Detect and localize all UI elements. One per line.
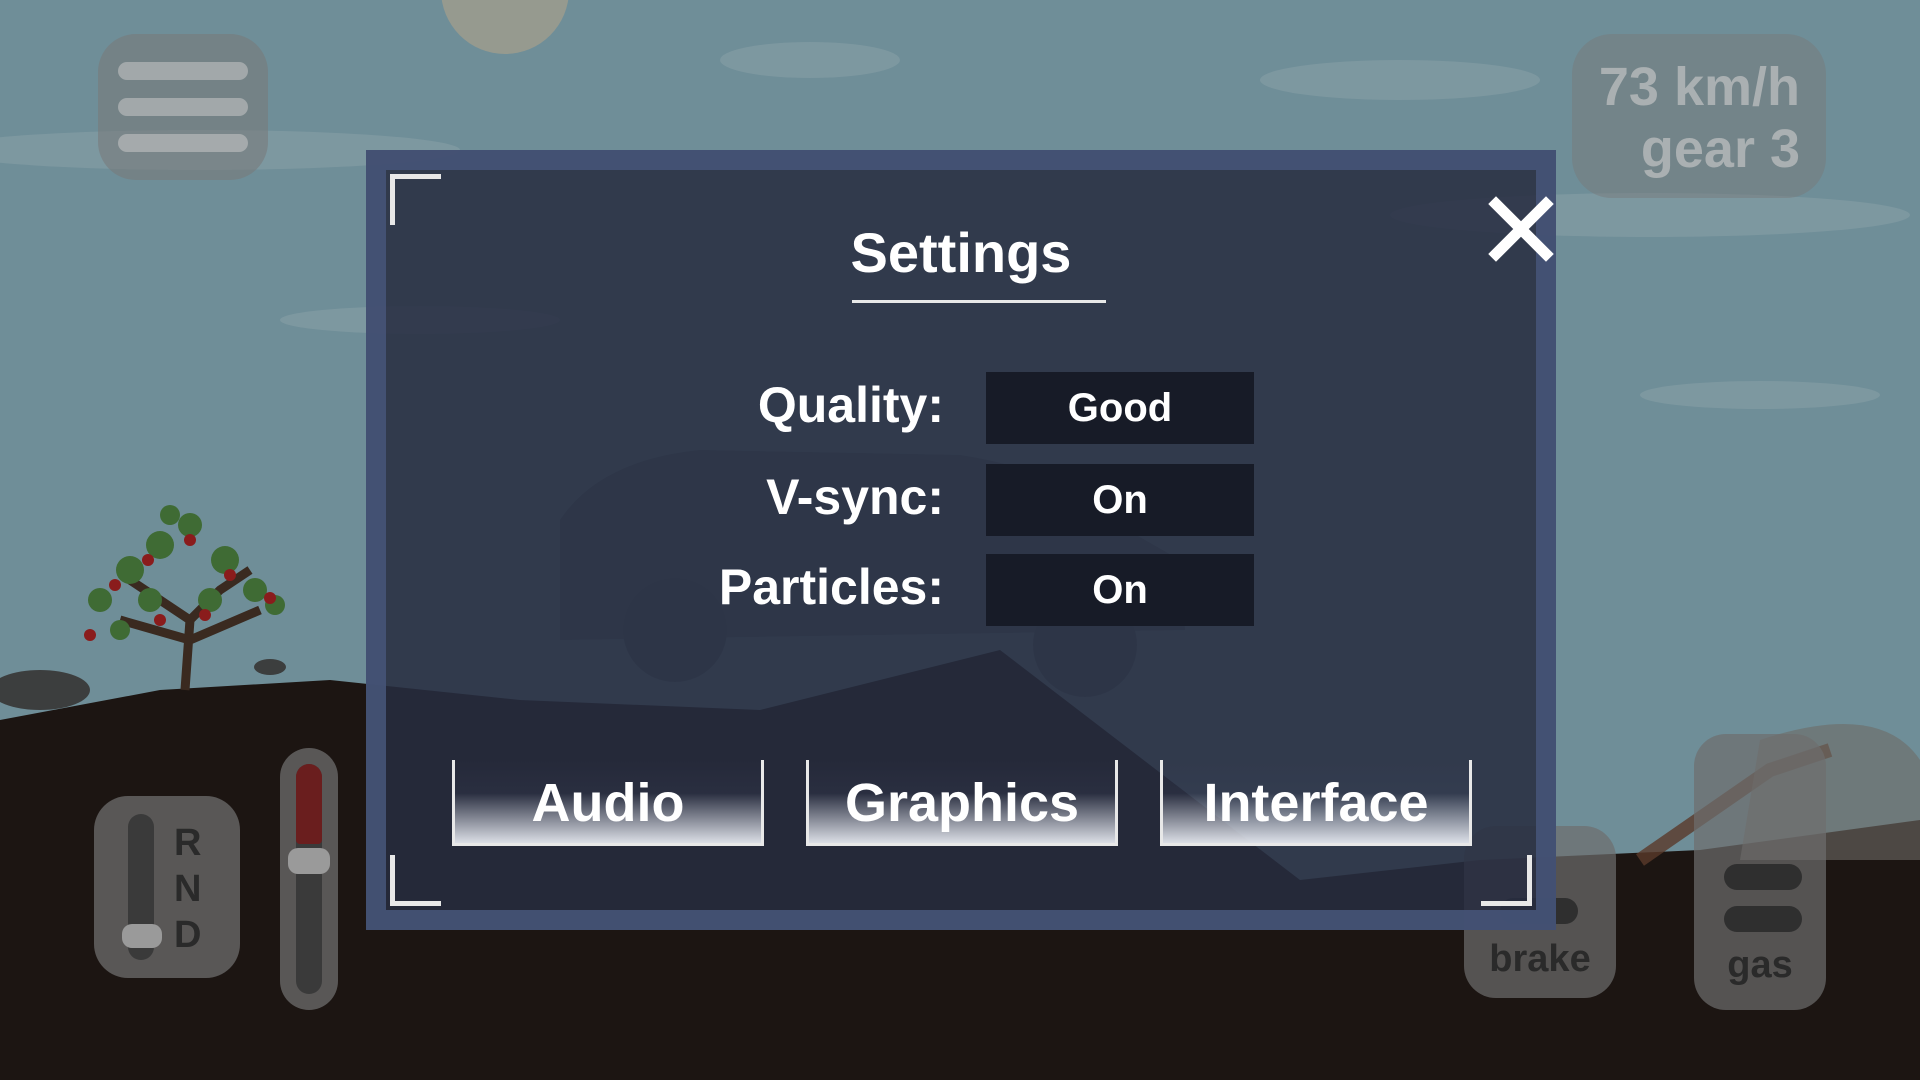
frame-corner [390, 855, 441, 906]
menu-bar [118, 62, 248, 80]
particles-label: Particles: [718, 559, 944, 615]
vsync-value-button[interactable]: On [986, 464, 1254, 536]
particles-value-button[interactable]: On [986, 554, 1254, 626]
menu-bar [118, 98, 248, 116]
throttle-slider[interactable] [280, 748, 338, 1010]
menu-bar [118, 134, 248, 152]
gas-stripe [1724, 864, 1802, 890]
settings-title: Settings [850, 221, 1072, 284]
gas-pedal[interactable]: gas [1694, 734, 1826, 1010]
speed-readout: 73 km/h [1598, 57, 1800, 117]
brake-label: brake [1489, 938, 1591, 980]
title-underline [852, 300, 1106, 303]
frame-corner [390, 174, 441, 225]
throttle-knob[interactable] [288, 848, 330, 874]
gear-letter-r: R [174, 822, 202, 864]
gear-letter-d: D [174, 914, 202, 956]
gas-stripe [1724, 906, 1802, 932]
throttle-fill [296, 764, 322, 844]
gear-readout: gear 3 [1640, 119, 1800, 179]
tab-graphics[interactable]: Graphics [806, 760, 1118, 846]
gear-knob[interactable] [122, 924, 162, 948]
gear-selector[interactable]: R N D [94, 796, 240, 978]
settings-dialog: Settings Quality: Good V-sync: On Partic… [366, 150, 1556, 930]
vsync-label: V-sync: [766, 469, 944, 525]
tab-interface[interactable]: Interface [1160, 760, 1472, 846]
gas-label: gas [1727, 944, 1793, 986]
tab-audio[interactable]: Audio [452, 760, 764, 846]
quality-label: Quality: [757, 377, 944, 433]
menu-icon[interactable] [98, 34, 268, 180]
quality-value-button[interactable]: Good [986, 372, 1254, 444]
speedometer: 73 km/h gear 3 [1572, 34, 1826, 198]
frame-corner [1481, 855, 1532, 906]
gear-letter-n: N [174, 868, 202, 910]
